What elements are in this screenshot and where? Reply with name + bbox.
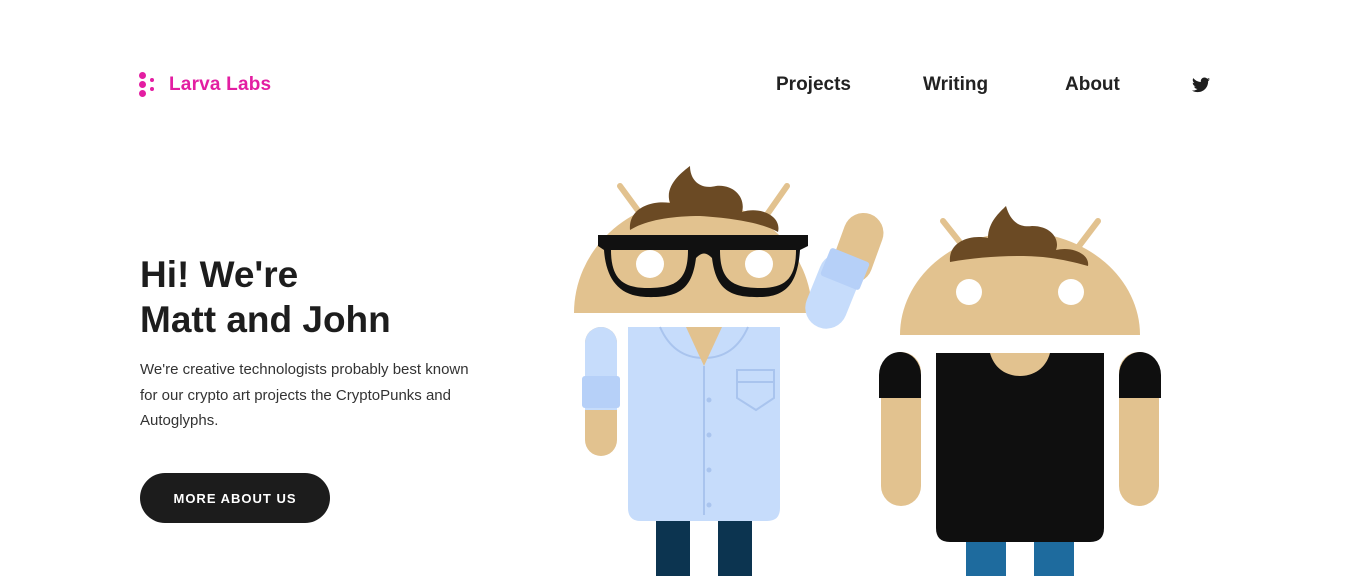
hero-description: We're creative technologists probably be… bbox=[140, 361, 469, 429]
nav-item-writing[interactable]: Writing bbox=[923, 74, 988, 96]
site-header: Larva Labs Projects Writing About bbox=[0, 0, 1349, 170]
hero-title-line-1: Hi! We're bbox=[140, 254, 299, 295]
more-about-us-button[interactable]: MORE ABOUT US bbox=[140, 473, 330, 523]
nav-item-projects[interactable]: Projects bbox=[776, 74, 851, 96]
john-android-figure bbox=[879, 206, 1161, 576]
matt-android-figure bbox=[574, 166, 884, 576]
android-figures-illustration bbox=[560, 160, 1180, 576]
main-nav: Projects Writing About bbox=[0, 74, 1349, 98]
hero-title: Hi! We're Matt and John bbox=[140, 252, 391, 342]
nav-item-about[interactable]: About bbox=[1065, 74, 1120, 96]
hero-title-line-2: Matt and John bbox=[140, 299, 391, 340]
twitter-icon[interactable] bbox=[1192, 77, 1210, 93]
